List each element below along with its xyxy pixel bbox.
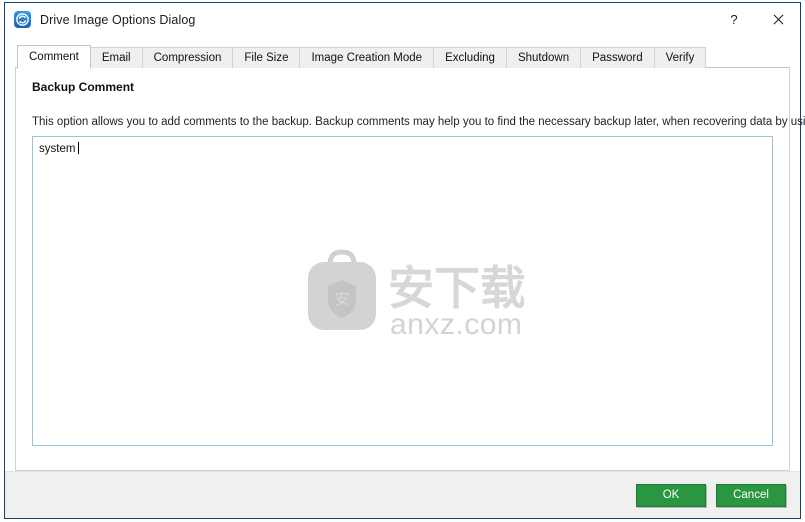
text-caret — [78, 142, 80, 154]
tab-file-size[interactable]: File Size — [232, 47, 301, 68]
tab-shutdown[interactable]: Shutdown — [505, 47, 582, 68]
tab-password[interactable]: Password — [580, 47, 655, 68]
window-controls: ? — [712, 3, 800, 36]
tab-email[interactable]: Email — [89, 47, 143, 68]
comment-textarea[interactable]: system — [32, 136, 773, 446]
section-description: This option allows you to add comments t… — [32, 116, 805, 128]
help-button[interactable]: ? — [712, 3, 756, 36]
comment-tab-panel: Backup Comment This option allows you to… — [15, 67, 805, 471]
screen-root: Drive Image Options Dialog ? Comment Ema… — [0, 0, 805, 522]
drive-image-options-dialog: Drive Image Options Dialog ? Comment Ema… — [4, 2, 805, 519]
comment-text-value: system — [39, 143, 76, 155]
window-title: Drive Image Options Dialog — [40, 12, 196, 27]
tab-comment[interactable]: Comment — [17, 45, 91, 69]
tab-strip: Comment Email Compression File Size Imag… — [17, 44, 790, 69]
tab-image-creation-mode[interactable]: Image Creation Mode — [299, 47, 435, 68]
dialog-body: Comment Email Compression File Size Imag… — [5, 36, 805, 471]
title-bar: Drive Image Options Dialog ? — [5, 3, 800, 36]
tab-excluding[interactable]: Excluding — [433, 47, 507, 68]
ok-button[interactable]: OK — [636, 483, 706, 507]
tab-verify[interactable]: Verify — [653, 47, 707, 68]
close-button[interactable] — [756, 3, 800, 36]
cancel-button[interactable]: Cancel — [716, 483, 786, 507]
dialog-footer: OK Cancel — [5, 471, 800, 518]
page-title: Backup Comment — [32, 80, 135, 94]
refresh-circle-icon — [14, 11, 31, 28]
tab-compression[interactable]: Compression — [141, 47, 234, 68]
